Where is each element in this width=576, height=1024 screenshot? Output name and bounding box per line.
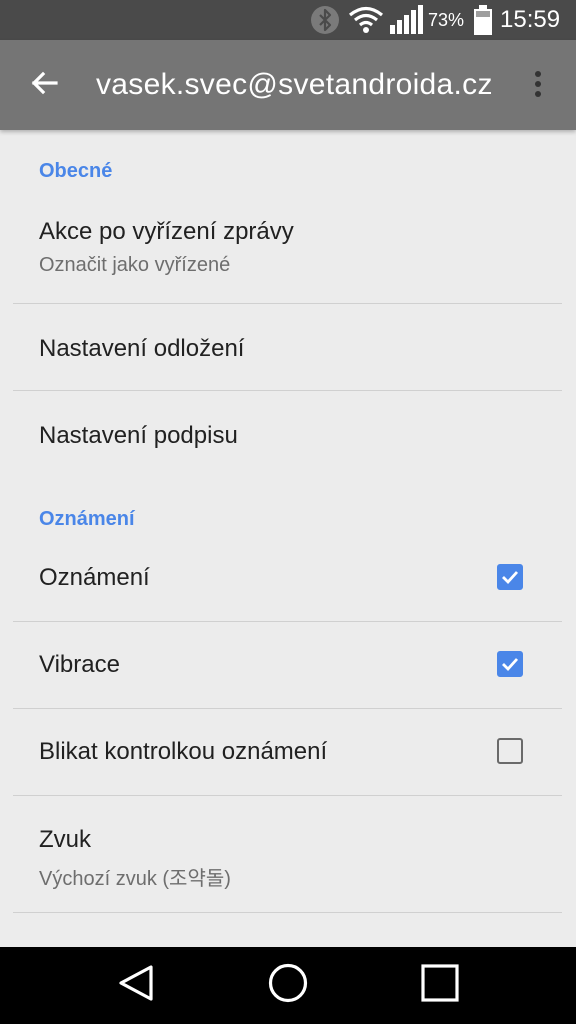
- battery-icon: [472, 0, 494, 40]
- nav-recents-icon: [420, 963, 460, 1008]
- notifications-checkbox[interactable]: [497, 564, 523, 590]
- setting-title: Akce po vyřízení zprávy: [39, 218, 294, 245]
- nav-back-button[interactable]: [96, 947, 176, 1024]
- nav-home-icon: [267, 962, 309, 1009]
- setting-subtitle: Označit jako vyřízené: [39, 254, 231, 276]
- setting-archive-action[interactable]: Akce po vyřízení zprávy Označit jako vyř…: [0, 204, 576, 303]
- more-options-button[interactable]: [518, 66, 558, 106]
- nav-home-button[interactable]: [248, 947, 328, 1024]
- setting-title: Zvuk: [39, 826, 92, 853]
- bluetooth-icon: [310, 0, 340, 40]
- setting-notifications[interactable]: Oznámení: [0, 534, 576, 621]
- setting-title: Nastavení podpisu: [39, 422, 238, 449]
- vibration-checkbox[interactable]: [497, 651, 523, 677]
- signal-icon: [388, 0, 424, 40]
- app-bar: vasek.svec@svetandroida.cz: [0, 40, 576, 130]
- setting-title: Oznámení: [39, 564, 150, 591]
- nav-recents-button[interactable]: [400, 947, 480, 1024]
- setting-subtitle: Výchozí zvuk (조약돌): [39, 868, 231, 890]
- section-header-general: Obecné: [39, 160, 113, 182]
- clock: 15:59: [500, 6, 561, 33]
- setting-signature[interactable]: Nastavení podpisu: [0, 391, 576, 477]
- setting-vibration[interactable]: Vibrace: [0, 622, 576, 708]
- app-title: vasek.svec@svetandroida.cz: [96, 68, 493, 101]
- setting-title: Vibrace: [39, 651, 120, 678]
- navigation-bar: [0, 947, 576, 1024]
- battery-percent: 73%: [428, 9, 465, 30]
- setting-snooze[interactable]: Nastavení odložení: [0, 304, 576, 390]
- back-button[interactable]: [20, 61, 68, 109]
- back-arrow-icon: [30, 71, 58, 100]
- check-icon: [502, 658, 519, 672]
- check-icon: [502, 571, 519, 585]
- setting-title: Blikat kontrolkou oznámení: [39, 738, 328, 765]
- led-checkbox[interactable]: [497, 738, 523, 764]
- settings-list: Obecné Akce po vyřízení zprávy Označit j…: [0, 130, 576, 947]
- setting-led[interactable]: Blikat kontrolkou oznámení: [0, 709, 576, 795]
- setting-title: Nastavení odložení: [39, 335, 245, 362]
- setting-sound[interactable]: Zvuk Výchozí zvuk (조약돌): [0, 796, 576, 912]
- nav-back-icon: [116, 963, 156, 1008]
- divider: [13, 912, 562, 913]
- more-vert-icon: [534, 70, 542, 102]
- status-bar: 73% 15:59: [0, 0, 576, 40]
- section-header-notifications: Oznámení: [39, 508, 135, 530]
- wifi-icon: [348, 0, 384, 40]
